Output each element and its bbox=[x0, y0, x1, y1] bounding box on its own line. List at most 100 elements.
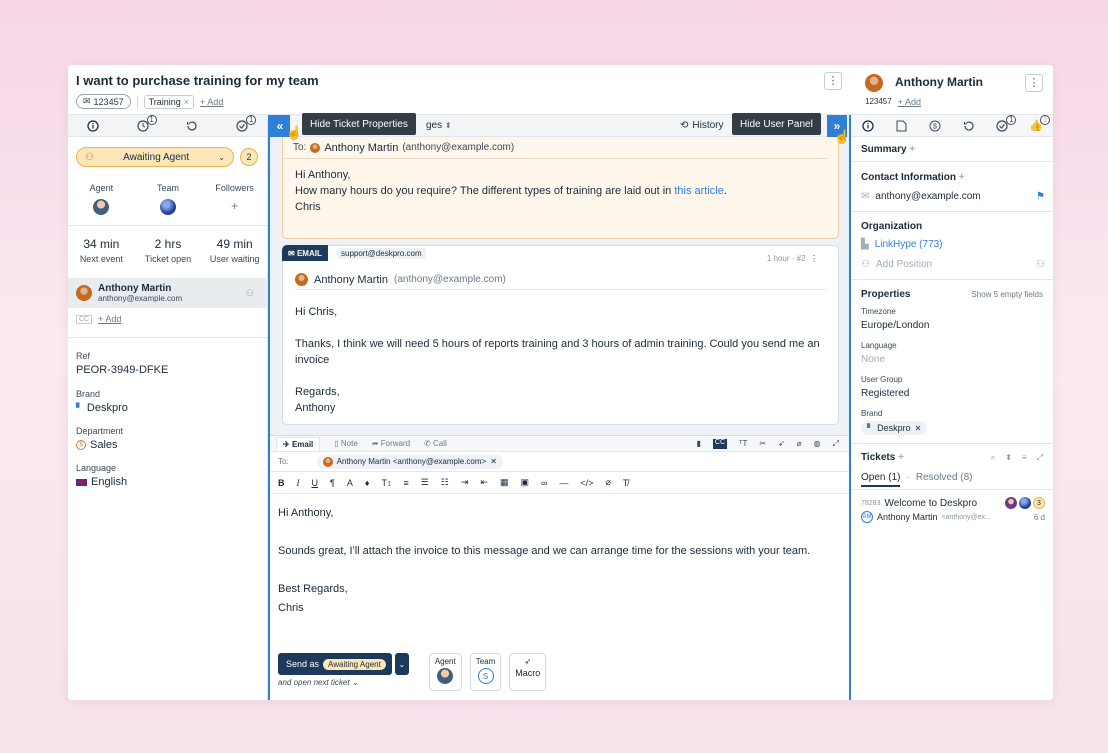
expand-icon[interactable]: ⤢ bbox=[1037, 453, 1043, 463]
kebab-icon[interactable]: ⋮ bbox=[810, 254, 818, 263]
ticket-list-item[interactable]: 78283 Welcome to Deskpro 3 AM Anthony Ma… bbox=[861, 497, 1045, 523]
agent-avatar[interactable] bbox=[93, 199, 110, 215]
department-value[interactable]: $ Sales bbox=[76, 439, 118, 451]
status-dropdown[interactable]: ⚇ Awaiting Agent ⌄ bbox=[76, 147, 234, 167]
list-icon[interactable]: ≡ bbox=[1022, 453, 1027, 463]
ticket-id-badge[interactable]: ✉ 123457 bbox=[76, 94, 131, 109]
tab-forward[interactable]: ➦ Forward bbox=[372, 439, 410, 448]
remove-recipient-icon[interactable]: ✕ bbox=[490, 457, 497, 466]
search-icon[interactable]: ⌕ bbox=[991, 453, 995, 463]
contact-info-title: Contact Information + bbox=[861, 172, 965, 183]
user-panel-tabs: $ 1 👍 1 bbox=[851, 114, 1053, 137]
ticket-title: I want to purchase training for my team bbox=[76, 73, 319, 88]
cc-icon[interactable]: CC bbox=[712, 438, 728, 449]
paragraph-icon[interactable]: ¶ bbox=[330, 478, 335, 488]
document-icon[interactable] bbox=[894, 119, 908, 133]
tab-email[interactable]: ✈ Email bbox=[276, 436, 321, 451]
contact-email[interactable]: ✉ anthony@example.com ⚑ bbox=[861, 191, 1045, 202]
summary-section-title[interactable]: Summary + bbox=[861, 144, 915, 155]
tab-open-tickets[interactable]: Open (1) bbox=[861, 472, 901, 487]
attachment-icon[interactable]: ⌀ bbox=[797, 439, 802, 449]
add-tag-link[interactable]: + Add bbox=[200, 97, 223, 107]
history-icon[interactable] bbox=[185, 119, 199, 133]
stats-values: 34 min 2 hrs 49 min bbox=[83, 237, 253, 251]
team-avatar[interactable] bbox=[160, 199, 176, 215]
bullet-list-icon[interactable]: ☰ bbox=[421, 477, 429, 488]
tab-call[interactable]: ✆ Call bbox=[424, 439, 447, 448]
text-transform-icon[interactable]: T↕ bbox=[381, 478, 391, 488]
globe-icon[interactable]: ◍ bbox=[814, 439, 821, 449]
add-cc-link[interactable]: + Add bbox=[98, 314, 121, 324]
language-value[interactable]: English bbox=[76, 476, 127, 488]
text-size-icon[interactable]: ᵀT bbox=[739, 439, 747, 449]
scissors-icon[interactable]: ✂ bbox=[759, 439, 766, 449]
outdent-icon[interactable]: ⇤ bbox=[480, 477, 488, 488]
tab-note[interactable]: ▯ Note bbox=[334, 439, 358, 448]
add-position-field[interactable]: ⚇ Add Position ⚇ bbox=[861, 259, 1045, 270]
add-icon[interactable]: + bbox=[909, 144, 915, 155]
brand-value[interactable]: ▘ Deskpro bbox=[76, 402, 128, 414]
numbered-list-icon[interactable]: ☷ bbox=[441, 477, 449, 488]
article-link[interactable]: this article bbox=[674, 185, 724, 197]
image-icon[interactable]: ▣ bbox=[520, 477, 529, 488]
add-follower-button[interactable]: + bbox=[201, 199, 268, 218]
send-button[interactable]: Send as Awaiting Agent bbox=[278, 653, 392, 675]
align-icon[interactable]: ≡ bbox=[403, 478, 408, 488]
user-initials-avatar: AM bbox=[861, 511, 873, 523]
code-icon[interactable]: </> bbox=[580, 478, 593, 488]
rocket-icon[interactable]: ➶ bbox=[778, 439, 785, 449]
show-empty-fields-link[interactable]: Show 5 empty fields bbox=[971, 290, 1043, 299]
open-next-ticket-option[interactable]: and open next ticket ⌄ bbox=[278, 678, 359, 687]
person-add-icon[interactable]: ⚇ bbox=[1036, 259, 1045, 270]
trash-icon[interactable]: ▮ bbox=[696, 439, 700, 449]
underline-icon[interactable]: U bbox=[312, 478, 319, 488]
add-user-tag-link[interactable]: + Add bbox=[898, 97, 921, 107]
sla-clock-icon[interactable]: 1 bbox=[136, 114, 157, 133]
history-icon[interactable] bbox=[962, 119, 976, 133]
font-icon[interactable]: A bbox=[347, 478, 353, 488]
info-icon[interactable] bbox=[86, 119, 100, 133]
tasks-check-icon[interactable]: 1 bbox=[235, 114, 257, 133]
horizontal-rule-icon[interactable]: — bbox=[559, 478, 568, 488]
info-icon[interactable] bbox=[861, 119, 875, 133]
table-icon[interactable]: ▦ bbox=[500, 477, 509, 488]
history-button[interactable]: ⟲ History bbox=[680, 120, 724, 131]
building-icon: ▙ bbox=[861, 239, 869, 250]
thumbs-up-icon[interactable]: 👍 1 bbox=[1029, 114, 1051, 133]
add-icon[interactable]: + bbox=[959, 172, 965, 183]
billing-icon[interactable]: $ bbox=[928, 119, 942, 133]
tag-training[interactable]: Training × bbox=[143, 94, 195, 109]
organization-link[interactable]: ▙ LinkHype (773) bbox=[861, 239, 943, 250]
pointer-cursor-icon: ☝ bbox=[286, 125, 303, 140]
user-menu-button[interactable]: ⋮ bbox=[1025, 74, 1043, 92]
macro-button[interactable]: ➶ Macro bbox=[509, 653, 547, 691]
brand-chip[interactable]: ▘ Deskpro ✕ bbox=[861, 421, 928, 435]
team-assign-box[interactable]: Team S bbox=[469, 653, 502, 691]
indent-icon[interactable]: ⇥ bbox=[461, 477, 469, 488]
tab-resolved-tickets[interactable]: Resolved (8) bbox=[916, 472, 973, 487]
tasks-check-icon[interactable]: 1 bbox=[995, 114, 1017, 133]
italic-icon[interactable]: I bbox=[297, 478, 300, 488]
agent-assign-box[interactable]: Agent bbox=[428, 653, 462, 691]
remove-brand-icon[interactable]: ✕ bbox=[915, 424, 922, 433]
remove-tag-icon[interactable]: × bbox=[184, 97, 189, 107]
user-switch-icon[interactable]: ⚇ bbox=[246, 288, 254, 299]
color-drop-icon[interactable]: ♦ bbox=[365, 478, 370, 488]
expand-icon[interactable]: ⤢ bbox=[833, 439, 839, 449]
chevron-down-icon: ⌄ bbox=[398, 659, 406, 669]
chevron-double-left-icon: « bbox=[276, 119, 284, 133]
brand-flag-icon: ▘ bbox=[76, 402, 83, 413]
recipient-chip[interactable]: Anthony Martin <anthony@example.com> ✕ bbox=[316, 454, 503, 469]
send-options-dropdown[interactable]: ⌄ bbox=[394, 653, 409, 675]
add-icon[interactable]: + bbox=[898, 452, 904, 463]
bold-icon[interactable]: B bbox=[278, 478, 285, 488]
attach-icon[interactable]: ⌀ bbox=[605, 477, 610, 488]
reply-body-editor[interactable]: Hi Anthony, Sounds great, I'll attach th… bbox=[270, 494, 849, 628]
team-initial-icon: S bbox=[477, 668, 494, 684]
link-icon[interactable]: ∞ bbox=[541, 478, 547, 488]
messages-filter[interactable]: ges ⬍ bbox=[426, 120, 452, 131]
clear-format-icon[interactable]: T̸ bbox=[623, 478, 629, 488]
ticket-menu-button[interactable]: ⋮ bbox=[824, 72, 842, 90]
ticket-user-row[interactable]: Anthony Martin anthony@example.com ⚇ bbox=[68, 278, 268, 308]
sort-icon[interactable]: ⬍ bbox=[1005, 453, 1012, 463]
